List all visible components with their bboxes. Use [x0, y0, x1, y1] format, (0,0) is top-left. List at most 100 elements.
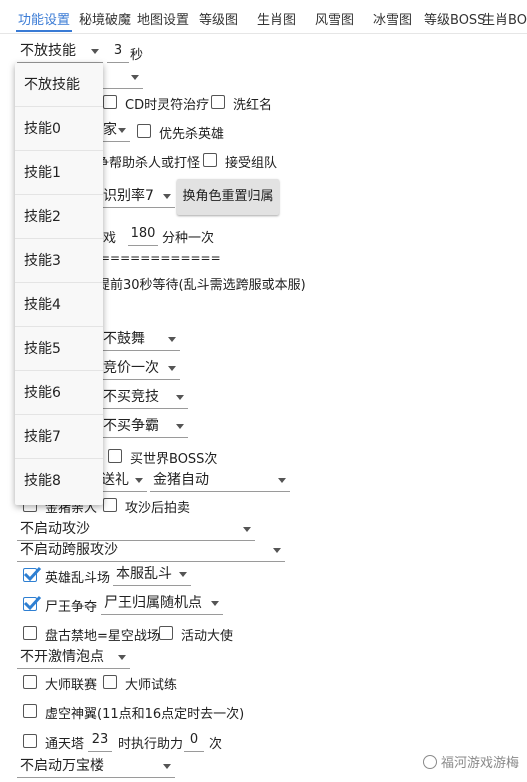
wash-red-checkbox[interactable]: [211, 95, 225, 109]
chevron-down-icon: [131, 75, 139, 80]
dropdown-item-no-skill[interactable]: 不放技能: [15, 63, 103, 107]
chevron-down-icon: [91, 49, 99, 54]
watermark: 福河游戏游梅: [422, 752, 519, 771]
dropdown-item-skill4[interactable]: 技能4: [15, 283, 103, 327]
gift-select-value: 送礼: [101, 472, 129, 488]
chevron-down-icon: [176, 395, 184, 400]
chevron-down-icon: [135, 478, 143, 483]
zombie-king-checkbox[interactable]: [23, 595, 42, 611]
cross-siege-select[interactable]: 不启动跨服攻沙: [17, 540, 285, 562]
void-wings-label: 虚空神翼(11点和16点定时去一次): [45, 707, 245, 722]
tower-hour-input[interactable]: 23: [88, 730, 112, 752]
world-boss-checkbox[interactable]: [108, 449, 122, 463]
dropdown-item-skill5[interactable]: 技能5: [15, 327, 103, 371]
reset-ownership-button[interactable]: 换角色重置归属: [177, 179, 279, 215]
chevron-down-icon: [168, 366, 176, 371]
chevron-down-icon: [118, 655, 126, 660]
tab-bar: 功能设置 秘境破魔 地图设置 等级图 生肖图 风雪图 冰雪图 等级BOSS 生肖…: [0, 0, 527, 34]
tab-zodiac-map[interactable]: 生肖图: [257, 9, 296, 28]
tab-map-settings[interactable]: 地图设置: [137, 9, 189, 28]
master-trial-label: 大师试练: [125, 678, 178, 693]
master-league-label: 大师联赛: [45, 678, 98, 693]
chevron-down-icon: [118, 128, 126, 133]
zombie-king-label: 尸王争夺: [45, 600, 98, 615]
game-minutes-suffix: 分种一次: [162, 231, 215, 246]
chevron-down-icon: [163, 764, 171, 769]
row4-select-value: 家: [103, 122, 117, 138]
tab-level-boss[interactable]: 等级BOSS: [424, 9, 485, 28]
ambassador-checkbox[interactable]: [159, 626, 173, 640]
chevron-down-icon: [168, 337, 176, 342]
dropdown-item-skill7[interactable]: 技能7: [15, 415, 103, 459]
tab-level-map[interactable]: 等级图: [199, 9, 238, 28]
tab-wind-snow-map[interactable]: 风雪图: [315, 9, 354, 28]
skill-dropdown-menu: 不放技能 技能0 技能1 技能2 技能3 技能4 技能5 技能6 技能7 技能8: [15, 63, 103, 505]
dropdown-item-skill3[interactable]: 技能3: [15, 239, 103, 283]
dropdown-item-skill8[interactable]: 技能8: [15, 459, 103, 503]
skill-count-input[interactable]: 3: [107, 41, 129, 63]
hero-brawl-select-value: 本服乱斗: [116, 566, 172, 582]
siege-select[interactable]: 不启动攻沙: [17, 519, 255, 541]
dropdown-item-skill2[interactable]: 技能2: [15, 195, 103, 239]
world-boss-label: 买世界BOSS次: [130, 452, 218, 467]
tab-ice-snow-map[interactable]: 冰雪图: [373, 9, 412, 28]
tab-zodiac-boss[interactable]: 生肖BOSS: [482, 9, 527, 28]
golden-pig-select[interactable]: 金猪自动: [150, 470, 290, 492]
treasure-select[interactable]: 不启动万宝楼: [17, 756, 175, 778]
chevron-down-icon: [273, 548, 281, 553]
bid-select-value: 竞价一次: [103, 360, 159, 376]
inspire-select[interactable]: 不鼓舞: [100, 329, 180, 351]
tower-times-input[interactable]: 0: [184, 730, 204, 752]
zombie-king-select-value: 尸王归属随机点: [104, 595, 202, 611]
pangu-label: 盘古禁地=星空战场: [45, 629, 160, 644]
chevron-down-icon: [211, 601, 219, 606]
hero-brawl-checkbox[interactable]: [23, 566, 42, 582]
tower-checkbox[interactable]: [23, 734, 37, 748]
separator-line: ============: [100, 251, 221, 265]
bubble-select-value: 不开激情泡点: [20, 649, 104, 665]
check-icon: [23, 595, 42, 611]
siege-select-value: 不启动攻沙: [20, 521, 90, 537]
recognition-select-value: 识别率7: [103, 188, 154, 204]
accept-team-checkbox[interactable]: [203, 153, 217, 167]
pangu-checkbox[interactable]: [23, 626, 37, 640]
cross-siege-select-value: 不启动跨服攻沙: [20, 542, 118, 558]
golden-pig-select-value: 金猪自动: [153, 472, 209, 488]
game-minutes-input[interactable]: 180: [128, 224, 158, 246]
watermark-text: 福河游戏游梅: [440, 756, 519, 771]
watermark-icon: [422, 754, 437, 769]
cd-talisman-checkbox[interactable]: [103, 95, 117, 109]
auction-checkbox[interactable]: [103, 498, 117, 512]
void-wings-checkbox[interactable]: [23, 704, 37, 718]
zombie-king-select[interactable]: 尸王归属随机点: [101, 593, 223, 615]
wait-label: 提前30秒等待(乱斗需选跨服或本服): [97, 278, 306, 293]
bubble-select[interactable]: 不开激情泡点: [17, 647, 130, 669]
tower-suffix-label: 次: [209, 737, 223, 752]
dropdown-item-skill0[interactable]: 技能0: [15, 107, 103, 151]
chevron-down-icon: [278, 478, 286, 483]
dropdown-item-skill1[interactable]: 技能1: [15, 151, 103, 195]
treasure-select-value: 不启动万宝楼: [20, 758, 104, 774]
master-league-checkbox[interactable]: [23, 675, 37, 689]
buy-arena-select[interactable]: 不买竞技: [100, 387, 188, 409]
inspire-select-value: 不鼓舞: [103, 331, 145, 347]
dropdown-item-skill6[interactable]: 技能6: [15, 371, 103, 415]
accept-team-label: 接受组队: [225, 156, 278, 171]
bid-select[interactable]: 竞价一次: [100, 358, 180, 380]
tab-secret-realm[interactable]: 秘境破魔: [79, 9, 131, 28]
cd-talisman-label: CD时灵符治疗: [125, 98, 210, 113]
hero-brawl-select[interactable]: 本服乱斗: [113, 564, 191, 586]
tab-function-settings[interactable]: 功能设置: [18, 9, 70, 28]
skill-select[interactable]: 不放技能: [17, 41, 103, 63]
tower-label: 通天塔: [45, 737, 85, 752]
ambassador-label: 活动大使: [181, 629, 234, 644]
tower-mid-label: 时执行助力: [118, 737, 184, 752]
buy-hegemony-select-value: 不买争霸: [103, 418, 159, 434]
master-trial-checkbox[interactable]: [103, 675, 117, 689]
hero-brawl-label: 英雄乱斗场: [45, 571, 111, 586]
buy-hegemony-select[interactable]: 不买争霸: [100, 416, 188, 438]
auction-label: 攻沙后拍卖: [125, 501, 191, 516]
buy-arena-select-value: 不买竞技: [103, 389, 159, 405]
kill-hero-checkbox[interactable]: [137, 124, 151, 138]
chevron-down-icon: [176, 424, 184, 429]
